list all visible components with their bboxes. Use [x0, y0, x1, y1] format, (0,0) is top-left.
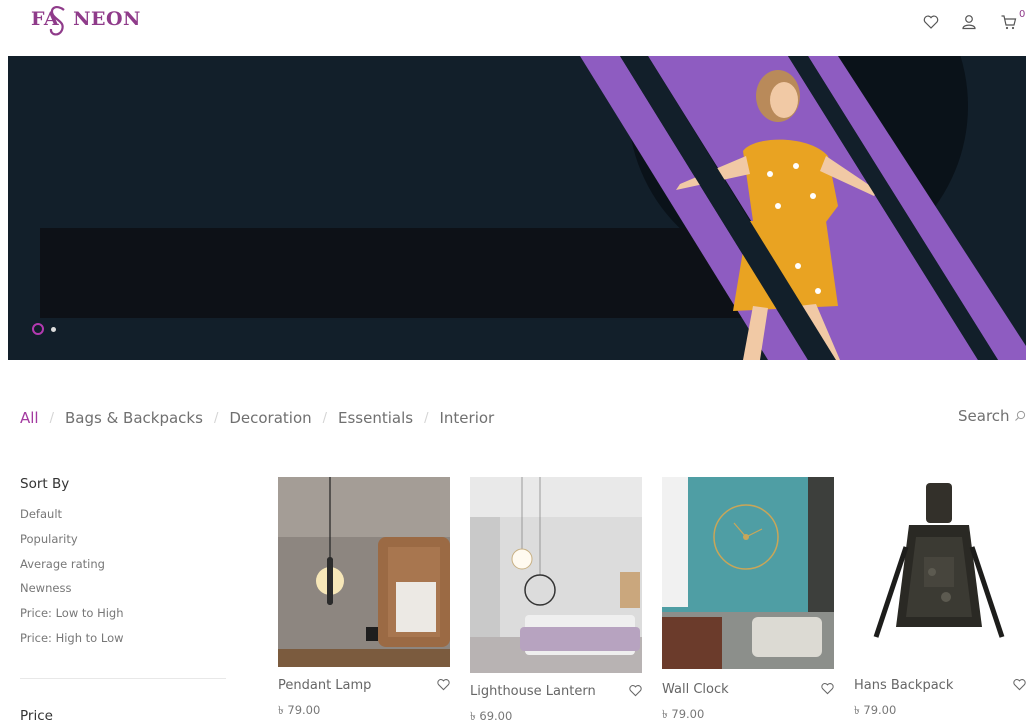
- sort-option-price-high-low[interactable]: Price: High to Low: [20, 630, 124, 655]
- filter-decoration[interactable]: Decoration: [229, 409, 311, 427]
- slider-dot[interactable]: [51, 327, 56, 332]
- product-card[interactable]: Hans Backpack ৳ 79.00: [854, 477, 1026, 717]
- product-card[interactable]: Lighthouse Lantern ৳ 69.00: [470, 477, 643, 723]
- sort-by-heading: Sort By: [20, 476, 70, 492]
- search-toggle[interactable]: Search: [958, 407, 1026, 425]
- brand-logo[interactable]: FA NEON: [31, 6, 141, 36]
- product-image-hans-backpack[interactable]: [854, 477, 1026, 667]
- heart-icon[interactable]: [436, 677, 451, 692]
- product-image-wall-clock[interactable]: [662, 477, 834, 669]
- sort-option-newness[interactable]: Newness: [20, 580, 124, 605]
- filter-essentials[interactable]: Essentials: [338, 409, 413, 427]
- product-name[interactable]: Wall Clock: [662, 682, 729, 697]
- heart-icon[interactable]: [1012, 677, 1026, 692]
- sort-option-popularity[interactable]: Popularity: [20, 531, 124, 556]
- product-price: ৳ 79.00: [662, 707, 705, 721]
- cart-count-badge: 0: [1019, 9, 1026, 20]
- product-name[interactable]: Lighthouse Lantern: [470, 684, 596, 699]
- search-label: Search: [958, 407, 1010, 425]
- product-image-lighthouse-lantern[interactable]: [470, 477, 642, 673]
- sidebar-divider: [20, 678, 226, 679]
- slider-dot-active[interactable]: [32, 323, 44, 335]
- product-name[interactable]: Pendant Lamp: [278, 678, 371, 693]
- heart-icon[interactable]: [628, 683, 643, 698]
- product-price: ৳ 69.00: [470, 709, 513, 723]
- category-filter-bar: All / Bags & Backpacks / Decoration / Es…: [20, 406, 494, 430]
- price-filter-heading: Price: [20, 708, 53, 724]
- hero-banner: [8, 56, 1026, 360]
- filter-separator: /: [322, 410, 328, 426]
- filter-bags-backpacks[interactable]: Bags & Backpacks: [65, 409, 203, 427]
- product-name[interactable]: Hans Backpack: [854, 678, 953, 693]
- filter-separator: /: [213, 410, 219, 426]
- sort-options-list: Default Popularity Average rating Newnes…: [20, 506, 124, 655]
- product-price: ৳ 79.00: [854, 703, 897, 717]
- logo-s-swirl: [49, 6, 65, 36]
- product-image-pendant-lamp[interactable]: [278, 477, 450, 667]
- sort-option-average-rating[interactable]: Average rating: [20, 556, 124, 581]
- product-card[interactable]: Pendant Lamp ৳ 79.00: [278, 477, 450, 717]
- filter-all[interactable]: All: [20, 409, 39, 427]
- heart-icon[interactable]: [922, 13, 940, 31]
- user-icon[interactable]: [960, 13, 978, 31]
- product-card[interactable]: Wall Clock ৳ 79.00: [662, 477, 835, 721]
- search-icon: [1014, 410, 1025, 421]
- cart-icon[interactable]: [1000, 13, 1018, 31]
- filter-separator: /: [424, 410, 429, 426]
- heart-icon[interactable]: [820, 681, 835, 696]
- filter-separator: /: [49, 410, 54, 426]
- filter-interior[interactable]: Interior: [439, 409, 494, 427]
- hero-graphic: [40, 56, 1026, 360]
- product-price: ৳ 79.00: [278, 703, 321, 717]
- sort-option-price-low-high[interactable]: Price: Low to High: [20, 605, 124, 630]
- sort-option-default[interactable]: Default: [20, 506, 124, 531]
- site-header: FA NEON 0: [0, 0, 1026, 56]
